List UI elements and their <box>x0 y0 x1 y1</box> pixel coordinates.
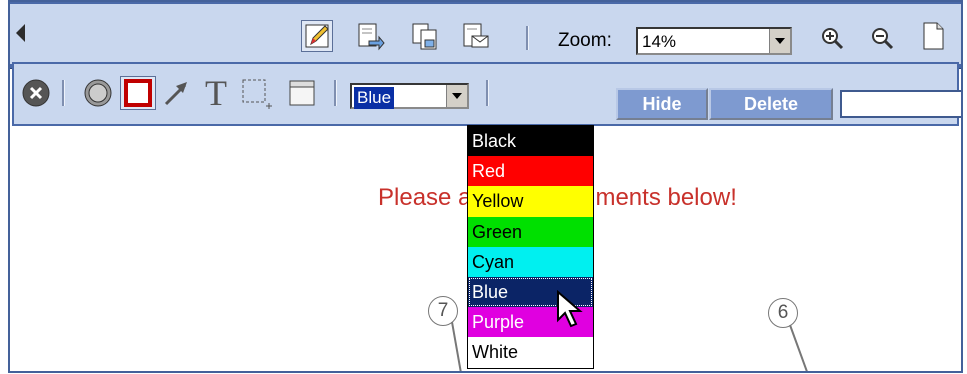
mouse-cursor-icon <box>557 290 583 328</box>
viewer-window: Zoom: 14% T Blue Hide Delete Please comm… <box>8 0 963 373</box>
main-toolbar: Zoom: 14% <box>10 2 961 69</box>
status-bar <box>840 90 961 118</box>
toolbar-separator <box>526 26 529 50</box>
zoom-select[interactable]: 14% <box>636 27 792 55</box>
close-icon[interactable] <box>20 77 52 109</box>
zoom-in-icon[interactable] <box>816 22 848 54</box>
color-option-red[interactable]: Red <box>468 156 593 187</box>
selection-tool-icon[interactable] <box>240 77 272 109</box>
color-option-white[interactable]: White <box>468 337 593 368</box>
callout-6: 6 <box>768 298 798 328</box>
toolbar-separator <box>334 80 337 106</box>
zoom-label: Zoom: <box>558 30 612 51</box>
color-option-cyan[interactable]: Cyan <box>468 246 593 277</box>
color-option-green[interactable]: Green <box>468 216 593 247</box>
hide-button[interactable]: Hide <box>616 88 708 120</box>
callout-line <box>451 321 462 371</box>
edit-pencil-icon[interactable] <box>301 20 333 52</box>
color-select[interactable]: Blue <box>350 83 469 109</box>
document-forward-icon[interactable] <box>354 20 386 52</box>
text-tool-icon[interactable]: T <box>200 74 232 112</box>
chevron-down-icon[interactable] <box>769 29 790 53</box>
callout-7: 7 <box>428 296 458 326</box>
rectangle-tool-icon[interactable] <box>120 76 156 110</box>
toolbar-separator <box>62 80 65 106</box>
callout-line <box>789 324 809 371</box>
color-dropdown-list: Black Red Yellow Green Cyan Blue Purple White <box>467 125 594 369</box>
color-option-yellow[interactable]: Yellow <box>468 186 593 217</box>
toolbar-separator <box>486 80 489 106</box>
color-select-value: Blue <box>354 87 395 109</box>
copy-document-icon[interactable] <box>409 20 441 52</box>
arrow-tool-icon[interactable] <box>160 77 192 109</box>
delete-button[interactable]: Delete <box>709 88 833 120</box>
zoom-value: 14% <box>642 32 677 51</box>
main-toolbar-body: Zoom: 14% <box>10 4 961 64</box>
color-option-black[interactable]: Black <box>468 126 593 157</box>
chevron-down-icon[interactable] <box>446 85 467 107</box>
ellipse-tool-icon[interactable] <box>82 77 114 109</box>
page-icon[interactable] <box>917 20 949 52</box>
collapse-arrow-icon[interactable] <box>16 24 25 42</box>
note-tool-icon[interactable] <box>286 77 318 109</box>
zoom-out-icon[interactable] <box>866 22 898 54</box>
email-document-icon[interactable] <box>459 20 491 52</box>
